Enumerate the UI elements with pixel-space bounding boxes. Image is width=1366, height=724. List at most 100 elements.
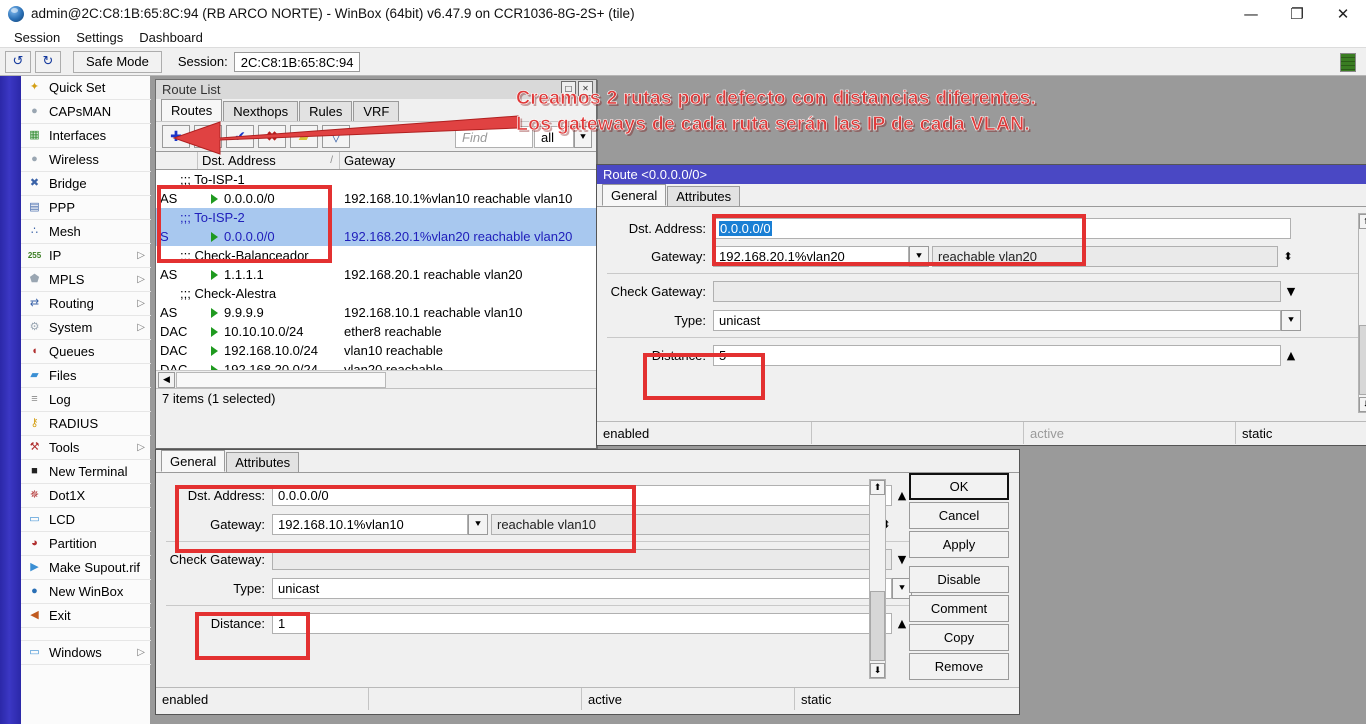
tab-rules[interactable]: Rules <box>299 101 352 121</box>
gateway-input-top[interactable]: 192.168.20.1%vlan20 <box>713 246 909 267</box>
tab-nexthops[interactable]: Nexthops <box>223 101 298 121</box>
sidebar-item-new-terminal[interactable]: ■New Terminal <box>21 460 151 484</box>
redo-icon[interactable]: ↻ <box>35 51 61 73</box>
sidebar-item-partition[interactable]: ◕Partition <box>21 532 151 556</box>
sidebar-item-new-winbox[interactable]: ●New WinBox <box>21 580 151 604</box>
vscroll-track-bottom[interactable] <box>870 495 885 663</box>
type-dropdown-icon-top[interactable]: ⯆ <box>1281 310 1301 331</box>
distance-input-top[interactable]: 5 <box>713 345 1281 366</box>
tab-attributes-top[interactable]: Attributes <box>667 186 740 206</box>
sidebar-item-bridge[interactable]: ✖Bridge <box>21 172 151 196</box>
table-row[interactable]: ;;; To-ISP-2 <box>156 208 596 227</box>
sidebar-item-tools[interactable]: ⚒Tools▷ <box>21 436 151 460</box>
disable-button[interactable]: Disable <box>909 566 1009 593</box>
sidebar-item-capsman[interactable]: ●CAPsMAN <box>21 100 151 124</box>
type-input-bottom[interactable]: unicast <box>272 578 892 599</box>
sidebar-item-windows[interactable]: ▭Windows▷ <box>21 641 151 665</box>
scroll-up-icon-top[interactable]: ⬆ <box>1359 214 1366 229</box>
sidebar-item-quick-set[interactable]: ✦Quick Set <box>21 76 151 100</box>
sidebar-item-dot1x[interactable]: ✵Dot1X <box>21 484 151 508</box>
distance-input-bottom[interactable]: 1 <box>272 613 892 634</box>
table-row[interactable]: AS1.1.1.1192.168.20.1 reachable vlan20 <box>156 265 596 284</box>
sidebar-item-radius[interactable]: ⚷RADIUS <box>21 412 151 436</box>
sidebar-item-exit[interactable]: ◀Exit <box>21 604 151 628</box>
menu-session[interactable]: Session <box>6 30 68 45</box>
table-row[interactable]: DAC10.10.10.0/24ether8 reachable <box>156 322 596 341</box>
dst-address-input-top[interactable]: 0.0.0.0/0 <box>713 218 1291 239</box>
vscroll-thumb-top[interactable] <box>1359 325 1366 395</box>
enable-route-button[interactable]: ✔ <box>226 125 254 148</box>
close-icon[interactable]: ✕ <box>1320 0 1366 27</box>
tab-routes[interactable]: Routes <box>161 99 222 121</box>
cell-gateway: vlan10 reachable <box>340 341 596 360</box>
table-row[interactable]: DAC192.168.10.0/24vlan10 reachable <box>156 341 596 360</box>
sidebar-item-routing[interactable]: ⇄Routing▷ <box>21 292 151 316</box>
table-row[interactable]: ;;; Check-Balanceador <box>156 246 596 265</box>
tab-general-top[interactable]: General <box>602 184 666 206</box>
sidebar-item-interfaces[interactable]: ▦Interfaces <box>21 124 151 148</box>
check-gateway-caret-icon-top[interactable]: ▼ <box>1281 281 1301 302</box>
safe-mode-button[interactable]: Safe Mode <box>73 51 162 73</box>
vscroll-thumb-bottom[interactable] <box>870 591 885 661</box>
tab-vrf[interactable]: VRF <box>353 101 399 121</box>
apply-button[interactable]: Apply <box>909 531 1009 558</box>
gateway-spin-icon-top[interactable]: ⬍ <box>1278 246 1298 267</box>
distance-spin-icon-top[interactable]: ▲ <box>1281 345 1301 366</box>
tab-general-bottom[interactable]: General <box>161 450 225 472</box>
remove-button[interactable]: Remove <box>909 653 1009 680</box>
comment-button[interactable]: ▰ <box>290 125 318 148</box>
tab-attributes-bottom[interactable]: Attributes <box>226 452 299 472</box>
comment-button[interactable]: Comment <box>909 595 1009 622</box>
disable-route-button[interactable]: ✖ <box>258 125 286 148</box>
minimize-icon[interactable]: — <box>1228 0 1274 27</box>
check-gateway-input-top[interactable] <box>713 281 1281 302</box>
undo-icon[interactable]: ↺ <box>5 51 31 73</box>
gateway-input-bottom[interactable]: 192.168.10.1%vlan10 <box>272 514 468 535</box>
copy-button[interactable]: Copy <box>909 624 1009 651</box>
route-dialog-top-vscrollbar[interactable]: ⬆ ⬇ <box>1358 213 1366 413</box>
table-row[interactable]: AS0.0.0.0/0192.168.10.1%vlan10 reachable… <box>156 189 596 208</box>
sidebar-item-make-supout-rif[interactable]: ▶Make Supout.rif <box>21 556 151 580</box>
column-flags[interactable] <box>156 152 198 169</box>
vscroll-track-top[interactable] <box>1359 229 1366 397</box>
sidebar-item-mesh[interactable]: ∴Mesh <box>21 220 151 244</box>
table-row[interactable]: AS9.9.9.9192.168.10.1 reachable vlan10 <box>156 303 596 322</box>
route-dialog-bottom-vscrollbar[interactable]: ⬆ ⬇ <box>869 479 886 679</box>
gateway-dropdown-icon-bottom[interactable]: ⯆ <box>468 514 488 535</box>
sidebar-item-mpls[interactable]: ⬟MPLS▷ <box>21 268 151 292</box>
session-value[interactable]: 2C:C8:1B:65:8C:94 <box>234 52 361 72</box>
sidebar-item-ppp[interactable]: ▤PPP <box>21 196 151 220</box>
column-gateway[interactable]: Gateway <box>340 152 596 169</box>
scroll-down-icon-bottom[interactable]: ⬇ <box>870 663 885 678</box>
check-gateway-input-bottom[interactable] <box>272 549 892 570</box>
maximize-icon[interactable]: ❐ <box>1274 0 1320 27</box>
type-input-top[interactable]: unicast <box>713 310 1281 331</box>
sidebar-item-system[interactable]: ⚙System▷ <box>21 316 151 340</box>
sidebar-item-lcd[interactable]: ▭LCD <box>21 508 151 532</box>
sidebar-item-label: Bridge <box>49 176 87 191</box>
horizontal-scrollbar[interactable]: ◀ <box>156 370 596 388</box>
menu-dashboard[interactable]: Dashboard <box>131 30 211 45</box>
dst-address-input-bottom[interactable]: 0.0.0.0/0 <box>272 485 892 506</box>
scroll-up-icon-bottom[interactable]: ⬆ <box>870 480 885 495</box>
sidebar-item-wireless[interactable]: ●Wireless <box>21 148 151 172</box>
table-row[interactable]: ;;; Check-Alestra <box>156 284 596 303</box>
filter-button[interactable]: ▽ <box>322 125 350 148</box>
column-dst-address[interactable]: Dst. Address / <box>198 152 340 169</box>
cancel-button[interactable]: Cancel <box>909 502 1009 529</box>
ok-button[interactable]: OK <box>909 473 1009 500</box>
table-row[interactable]: S0.0.0.0/0192.168.20.1%vlan20 reachable … <box>156 227 596 246</box>
remove-route-button[interactable]: ━ <box>194 125 222 148</box>
gateway-dropdown-icon-top[interactable]: ⯆ <box>909 246 929 267</box>
sidebar-item-ip[interactable]: 255IP▷ <box>21 244 151 268</box>
table-row[interactable]: DAC192.168.20.0/24vlan20 reachable <box>156 360 596 370</box>
menu-settings[interactable]: Settings <box>68 30 131 45</box>
sidebar-item-log[interactable]: ≡Log <box>21 388 151 412</box>
scrollbar-thumb[interactable] <box>176 372 386 388</box>
table-row[interactable]: ;;; To-ISP-1 <box>156 170 596 189</box>
sidebar-item-queues[interactable]: ◖Queues <box>21 340 151 364</box>
add-route-button[interactable]: ✚ <box>162 125 190 148</box>
sidebar-item-files[interactable]: ▰Files <box>21 364 151 388</box>
scroll-down-icon-top[interactable]: ⬇ <box>1359 397 1366 412</box>
scroll-left-icon[interactable]: ◀ <box>158 372 175 388</box>
